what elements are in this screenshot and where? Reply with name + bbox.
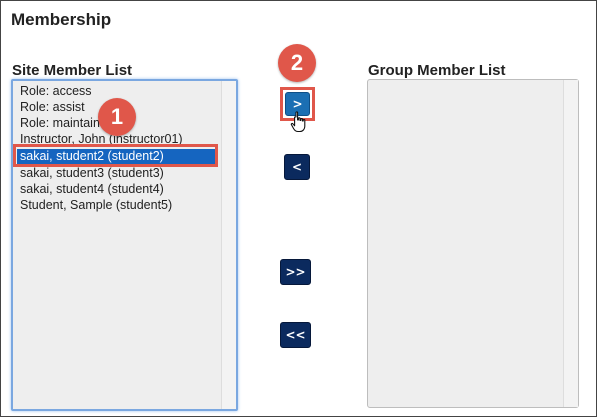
step-callout-2: 2 (278, 44, 316, 82)
page-title: Membership (11, 10, 112, 29)
membership-panel: Membership Site Member List Group Member… (0, 0, 597, 417)
step-callout-1: 1 (98, 98, 136, 136)
site-member-option[interactable]: sakai, student3 (student3) (20, 166, 164, 181)
remove-member-button[interactable]: < (284, 154, 310, 180)
group-member-list[interactable] (367, 79, 579, 408)
remove-all-members-button[interactable]: << (280, 322, 311, 348)
add-all-members-button[interactable]: >> (280, 259, 311, 285)
site-list-scrollbar[interactable] (221, 81, 236, 409)
group-member-list-heading: Group Member List (368, 62, 506, 79)
group-list-scrollbar[interactable] (563, 80, 578, 407)
site-member-option[interactable]: Role: access (20, 84, 92, 99)
site-member-option[interactable]: Student, Sample (student5) (20, 198, 172, 213)
site-member-option[interactable]: Role: maintain (20, 116, 100, 131)
hand-pointer-icon (290, 111, 306, 133)
selected-option-highlight (13, 144, 218, 167)
site-member-option[interactable]: Role: assist (20, 100, 85, 115)
site-member-list-heading: Site Member List (12, 62, 133, 79)
site-member-option[interactable]: sakai, student4 (student4) (20, 182, 164, 197)
